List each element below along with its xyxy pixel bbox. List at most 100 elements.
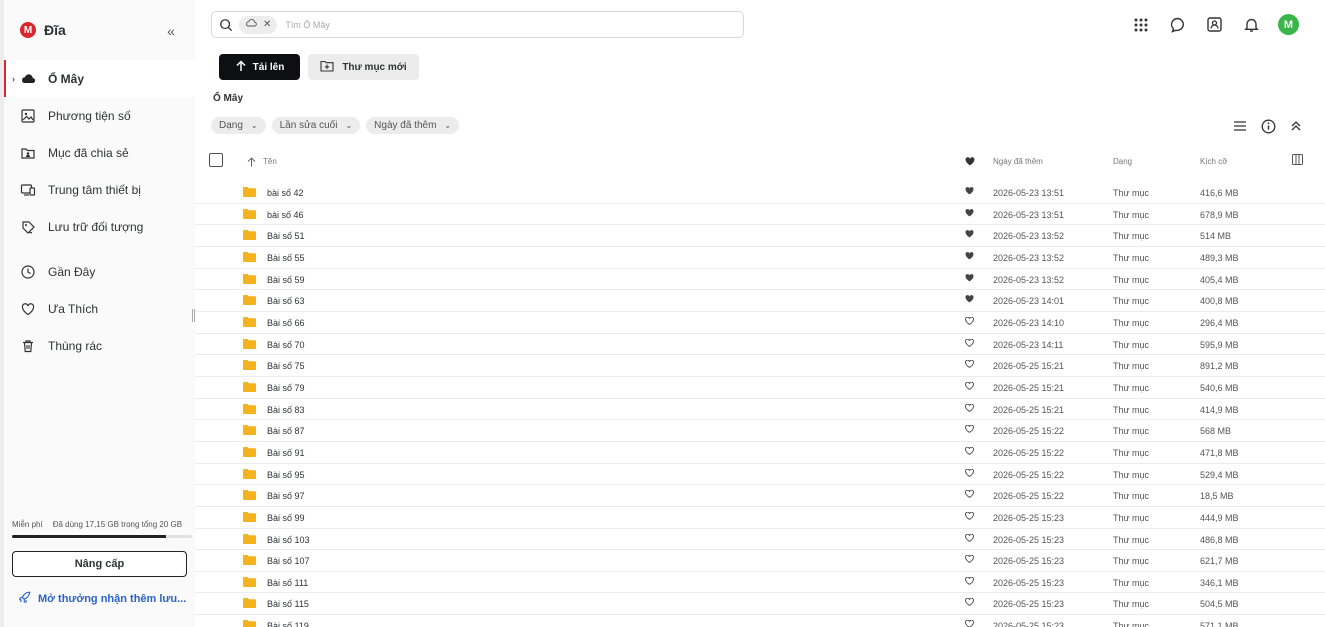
file-name[interactable]: Bài số 95 [267,470,305,480]
info-icon[interactable] [1260,118,1276,134]
heart-icon[interactable] [965,359,974,370]
file-name[interactable]: Bài số 111 [267,578,308,588]
file-name[interactable]: Bài số 103 [267,535,310,545]
heart-icon[interactable] [965,489,974,500]
sidebar-item-devices[interactable]: Trung tâm thiết bị [4,171,195,208]
heart-icon[interactable] [965,619,974,627]
heart-filled-icon[interactable] [965,208,974,219]
sidebar-item-cloud-drive[interactable]: › Ổ Mây [4,60,195,97]
file-name[interactable]: Bài số 97 [267,491,305,501]
heart-icon[interactable] [965,316,974,327]
bell-icon[interactable] [1241,14,1262,35]
table-row[interactable]: Bài số 91 2026-05-25 15:22 Thư mục 471,8 MB [195,442,1325,464]
search-input[interactable] [285,19,586,30]
heart-icon[interactable] [965,381,974,392]
upload-button[interactable]: Tải lên [219,54,300,80]
table-row[interactable]: Bài số 103 2026-05-25 15:23 Thư mục 486,8 M… [195,529,1325,551]
search-bar[interactable]: ✕ [211,11,744,38]
table-row[interactable]: Bài số 111 2026-05-25 15:23 Thư mục 346,1 M… [195,572,1325,594]
close-icon[interactable]: ✕ [263,19,271,30]
search-scope-chip[interactable]: ✕ [239,15,278,34]
table-row[interactable]: Bài số 70 2026-05-23 14:11 Thư mục 595,9 MB [195,334,1325,356]
table-row[interactable]: Bài số 79 2026-05-25 15:21 Thư mục 540,6 MB [195,377,1325,399]
file-name[interactable]: Bài số 66 [267,318,305,328]
table-row[interactable]: Bài số 107 2026-05-25 15:23 Thư mục 621,7 M… [195,550,1325,572]
contacts-icon[interactable] [1204,14,1225,35]
filter-type[interactable]: Dạng ⌄ [211,117,266,134]
file-name[interactable]: Bài số 119 [267,621,309,627]
app-logo[interactable]: M Đĩa [20,22,66,38]
file-name[interactable]: Bài số 75 [267,361,305,371]
table-row[interactable]: Bài số 83 2026-05-25 15:21 Thư mục 414,9 MB [195,399,1325,421]
filter-last-modified[interactable]: Lần sửa cuối ⌄ [271,117,361,134]
sidebar-item-shared[interactable]: Mục đã chia sẻ [4,134,195,171]
apps-grid-icon[interactable] [1130,14,1151,35]
file-name[interactable]: Bài số 63 [267,296,305,306]
table-row[interactable]: Bài số 95 2026-05-25 15:22 Thư mục 529,4 MB [195,464,1325,486]
file-name[interactable]: Bài số 99 [267,513,305,523]
file-name[interactable]: Bài số 91 [267,448,305,458]
heart-filled-icon[interactable] [965,273,974,284]
column-type[interactable]: Dạng [1113,157,1132,166]
table-row[interactable]: Bài số 119 2026-05-25 15:23 Thư mục 571,1 M… [195,615,1325,627]
heart-icon[interactable] [965,533,974,544]
file-name[interactable]: bài số 46 [267,210,304,220]
sidebar-item-trash[interactable]: Thùng rác [4,327,195,364]
column-size[interactable]: Kích cỡ [1200,157,1227,166]
heart-filled-icon[interactable] [965,187,974,197]
avatar[interactable]: M [1278,14,1299,35]
table-row[interactable]: bài số 42 2026-05-23 13:51 Thư mục 416,6 MB [195,182,1325,204]
heart-icon[interactable] [965,468,974,479]
column-date-added[interactable]: Ngày đã thêm [993,157,1043,166]
table-row[interactable]: Bài số 99 2026-05-25 15:23 Thư mục 444,9 MB [195,507,1325,529]
table-row[interactable]: Bài số 97 2026-05-25 15:22 Thư mục 18,5 MB [195,485,1325,507]
table-row[interactable]: Bài số 66 2026-05-23 14:10 Thư mục 296,4 MB [195,312,1325,334]
heart-icon[interactable] [965,598,974,608]
table-row[interactable]: bài số 46 2026-05-23 13:51 Thư mục 678,9 MB [195,204,1325,226]
file-name[interactable]: Bài số 70 [267,340,305,350]
chat-icon[interactable] [1167,14,1188,35]
sidebar-item-favorites[interactable]: Ưa Thích [4,290,195,327]
table-row[interactable]: Bài số 63 2026-05-23 14:01 Thư mục 400,8 MB [195,290,1325,312]
heart-icon[interactable] [965,446,974,457]
heart-filled-icon[interactable] [965,295,974,305]
table-row[interactable]: Bài số 51 2026-05-23 13:52 Thư mục 514 MB [195,225,1325,247]
heart-filled-icon[interactable] [965,230,974,240]
table-row[interactable]: Bài số 55 2026-05-23 13:52 Thư mục 489,3 MB [195,247,1325,269]
heart-filled-icon[interactable] [965,157,975,168]
file-name[interactable]: Bài số 107 [267,556,310,566]
file-name[interactable]: Bài số 59 [267,275,305,285]
select-all-checkbox[interactable] [209,153,223,167]
heart-icon[interactable] [965,554,974,565]
sort-arrow-up-icon[interactable] [247,157,256,169]
sidebar-item-object-storage[interactable]: Lưu trữ đối tượng [4,208,195,245]
new-folder-button[interactable]: Thư mục mới [308,54,419,80]
file-name[interactable]: bài số 42 [267,188,304,198]
sidebar-item-recent[interactable]: Gần Đây [4,253,195,290]
heart-icon[interactable] [965,403,974,414]
table-row[interactable]: Bài số 87 2026-05-25 15:22 Thư mục 568 MB [195,420,1325,442]
file-name[interactable]: Bài số 51 [267,231,305,241]
file-name[interactable]: Bài số 115 [267,599,309,609]
file-name[interactable]: Bài số 87 [267,426,305,436]
table-row[interactable]: Bài số 59 2026-05-23 13:52 Thư mục 405,4 MB [195,269,1325,291]
table-row[interactable]: Bài số 115 2026-05-25 15:23 Thư mục 504,5 M… [195,593,1325,616]
collapse-sidebar-icon[interactable]: « [161,22,181,40]
table-row[interactable]: Bài số 75 2026-05-25 15:21 Thư mục 891,2 MB [195,355,1325,377]
file-name[interactable]: Bài số 83 [267,405,305,415]
columns-icon[interactable] [1292,154,1303,167]
breadcrumb[interactable]: Ổ Mây [213,93,243,104]
sidebar-item-media[interactable]: Phương tiện số [4,97,195,134]
heart-filled-icon[interactable] [965,252,974,262]
filter-date-added[interactable]: Ngày đã thêm ⌄ [366,117,460,134]
list-view-icon[interactable] [1232,118,1248,134]
heart-icon[interactable] [965,511,974,522]
file-name[interactable]: Bài số 55 [267,253,305,263]
column-name[interactable]: Tên [263,157,277,166]
file-name[interactable]: Bài số 79 [267,383,305,393]
heart-icon[interactable] [965,576,974,587]
heart-icon[interactable] [965,424,974,435]
heart-icon[interactable] [965,338,974,349]
upgrade-button[interactable]: Nâng cấp [12,551,187,577]
collapse-up-icon[interactable] [1288,118,1304,134]
